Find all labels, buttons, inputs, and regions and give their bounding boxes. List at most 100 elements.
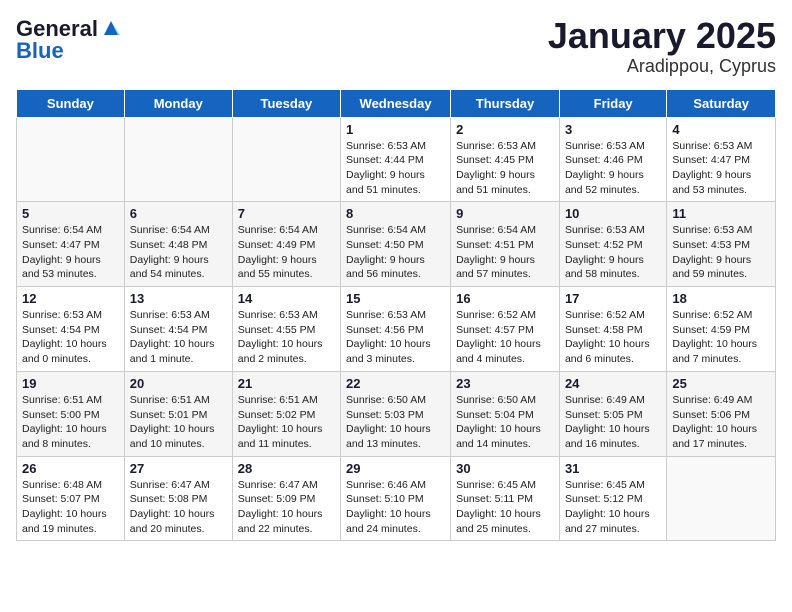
calendar-header-row: Sunday Monday Tuesday Wednesday Thursday… — [17, 89, 776, 117]
day-number: 26 — [22, 461, 119, 476]
calendar-cell: 11 Sunrise: 6:53 AM Sunset: 4:53 PM Dayli… — [667, 202, 776, 287]
calendar-cell: 8 Sunrise: 6:54 AM Sunset: 4:50 PM Daylig… — [341, 202, 451, 287]
day-number: 14 — [238, 291, 335, 306]
calendar-cell: 15 Sunrise: 6:53 AM Sunset: 4:56 PM Dayli… — [341, 287, 451, 372]
calendar-cell: 13 Sunrise: 6:53 AM Sunset: 4:54 PM Dayli… — [124, 287, 232, 372]
day-number: 16 — [456, 291, 554, 306]
calendar-cell: 24Sunrise: 6:49 AM Sunset: 5:05 PM Dayli… — [559, 371, 666, 456]
day-number: 29 — [346, 461, 445, 476]
day-info: Sunrise: 6:47 AM Sunset: 5:08 PM Dayligh… — [130, 478, 227, 537]
logo: General Blue — [16, 16, 122, 64]
col-thursday: Thursday — [451, 89, 560, 117]
calendar-cell: 18Sunrise: 6:52 AM Sunset: 4:59 PM Dayli… — [667, 287, 776, 372]
calendar-cell: 22 Sunrise: 6:50 AM Sunset: 5:03 PM Dayli… — [341, 371, 451, 456]
calendar-cell: 3 Sunrise: 6:53 AM Sunset: 4:46 PM Daylig… — [559, 117, 666, 202]
calendar-cell: 1 Sunrise: 6:53 AM Sunset: 4:44 PM Daylig… — [341, 117, 451, 202]
day-info: Sunrise: 6:47 AM Sunset: 5:09 PM Dayligh… — [238, 478, 335, 537]
day-info: Sunrise: 6:45 AM Sunset: 5:11 PM Dayligh… — [456, 478, 554, 537]
day-info: Sunrise: 6:52 AM Sunset: 4:57 PM Dayligh… — [456, 308, 554, 367]
day-info: Sunrise: 6:53 AM Sunset: 4:53 PM Dayligh… — [672, 223, 770, 282]
col-sunday: Sunday — [17, 89, 125, 117]
calendar-week-row: 26 Sunrise: 6:48 AM Sunset: 5:07 PM Dayli… — [17, 456, 776, 541]
calendar-cell: 19 Sunrise: 6:51 AM Sunset: 5:00 PM Dayli… — [17, 371, 125, 456]
calendar-cell: 2 Sunrise: 6:53 AM Sunset: 4:45 PM Daylig… — [451, 117, 560, 202]
day-info: Sunrise: 6:52 AM Sunset: 4:59 PM Dayligh… — [672, 308, 770, 367]
day-number: 10 — [565, 206, 661, 221]
day-info: Sunrise: 6:46 AM Sunset: 5:10 PM Dayligh… — [346, 478, 445, 537]
day-info: Sunrise: 6:53 AM Sunset: 4:47 PM Dayligh… — [672, 139, 770, 198]
day-info: Sunrise: 6:50 AM Sunset: 5:03 PM Dayligh… — [346, 393, 445, 452]
logo-blue-text: Blue — [16, 38, 64, 64]
calendar-cell: 31 Sunrise: 6:45 AM Sunset: 5:12 PM Dayli… — [559, 456, 666, 541]
calendar-cell: 21 Sunrise: 6:51 AM Sunset: 5:02 PM Dayli… — [232, 371, 340, 456]
day-number: 12 — [22, 291, 119, 306]
day-number: 7 — [238, 206, 335, 221]
day-info: Sunrise: 6:49 AM Sunset: 5:06 PM Dayligh… — [672, 393, 770, 452]
day-info: Sunrise: 6:51 AM Sunset: 5:02 PM Dayligh… — [238, 393, 335, 452]
day-number: 3 — [565, 122, 661, 137]
day-number: 1 — [346, 122, 445, 137]
calendar-subtitle: Aradippou, Cyprus — [548, 56, 776, 77]
day-number: 5 — [22, 206, 119, 221]
day-number: 23 — [456, 376, 554, 391]
day-info: Sunrise: 6:54 AM Sunset: 4:47 PM Dayligh… — [22, 223, 119, 282]
day-number: 28 — [238, 461, 335, 476]
calendar-title: January 2025 — [548, 16, 776, 56]
calendar-cell — [232, 117, 340, 202]
day-number: 22 — [346, 376, 445, 391]
calendar-week-row: 1 Sunrise: 6:53 AM Sunset: 4:44 PM Daylig… — [17, 117, 776, 202]
day-info: Sunrise: 6:53 AM Sunset: 4:46 PM Dayligh… — [565, 139, 661, 198]
day-info: Sunrise: 6:45 AM Sunset: 5:12 PM Dayligh… — [565, 478, 661, 537]
calendar-cell: 23 Sunrise: 6:50 AM Sunset: 5:04 PM Dayli… — [451, 371, 560, 456]
day-number: 11 — [672, 206, 770, 221]
calendar-week-row: 12 Sunrise: 6:53 AM Sunset: 4:54 PM Dayli… — [17, 287, 776, 372]
day-info: Sunrise: 6:54 AM Sunset: 4:49 PM Dayligh… — [238, 223, 335, 282]
calendar-cell: 12Sunrise: 6:53 AM Sunset: 4:54 PM Dayli… — [17, 287, 125, 372]
day-info: Sunrise: 6:53 AM Sunset: 4:44 PM Dayligh… — [346, 139, 445, 198]
col-monday: Monday — [124, 89, 232, 117]
day-number: 15 — [346, 291, 445, 306]
day-number: 17 — [565, 291, 661, 306]
day-info: Sunrise: 6:51 AM Sunset: 5:00 PM Dayligh… — [22, 393, 119, 452]
day-info: Sunrise: 6:54 AM Sunset: 4:50 PM Dayligh… — [346, 223, 445, 282]
calendar-cell: 26 Sunrise: 6:48 AM Sunset: 5:07 PM Dayli… — [17, 456, 125, 541]
day-number: 8 — [346, 206, 445, 221]
day-info: Sunrise: 6:53 AM Sunset: 4:54 PM Dayligh… — [130, 308, 227, 367]
calendar-cell: 25 Sunrise: 6:49 AM Sunset: 5:06 PM Dayli… — [667, 371, 776, 456]
day-info: Sunrise: 6:50 AM Sunset: 5:04 PM Dayligh… — [456, 393, 554, 452]
day-info: Sunrise: 6:53 AM Sunset: 4:56 PM Dayligh… — [346, 308, 445, 367]
calendar-cell: 17 Sunrise: 6:52 AM Sunset: 4:58 PM Dayli… — [559, 287, 666, 372]
calendar-cell: 16 Sunrise: 6:52 AM Sunset: 4:57 PM Dayli… — [451, 287, 560, 372]
col-wednesday: Wednesday — [341, 89, 451, 117]
day-info: Sunrise: 6:54 AM Sunset: 4:51 PM Dayligh… — [456, 223, 554, 282]
day-info: Sunrise: 6:52 AM Sunset: 4:58 PM Dayligh… — [565, 308, 661, 367]
calendar-cell: 4Sunrise: 6:53 AM Sunset: 4:47 PM Daylig… — [667, 117, 776, 202]
calendar-table: Sunday Monday Tuesday Wednesday Thursday… — [16, 89, 776, 542]
col-tuesday: Tuesday — [232, 89, 340, 117]
calendar-cell: 14 Sunrise: 6:53 AM Sunset: 4:55 PM Dayli… — [232, 287, 340, 372]
logo-icon — [100, 17, 122, 39]
calendar-cell: 27 Sunrise: 6:47 AM Sunset: 5:08 PM Dayli… — [124, 456, 232, 541]
calendar-cell: 5 Sunrise: 6:54 AM Sunset: 4:47 PM Daylig… — [17, 202, 125, 287]
day-number: 27 — [130, 461, 227, 476]
calendar-cell — [17, 117, 125, 202]
day-info: Sunrise: 6:53 AM Sunset: 4:55 PM Dayligh… — [238, 308, 335, 367]
calendar-cell: 28 Sunrise: 6:47 AM Sunset: 5:09 PM Dayli… — [232, 456, 340, 541]
calendar-cell: 29 Sunrise: 6:46 AM Sunset: 5:10 PM Dayli… — [341, 456, 451, 541]
day-number: 31 — [565, 461, 661, 476]
day-number: 25 — [672, 376, 770, 391]
day-number: 19 — [22, 376, 119, 391]
day-number: 21 — [238, 376, 335, 391]
calendar-cell: 20Sunrise: 6:51 AM Sunset: 5:01 PM Dayli… — [124, 371, 232, 456]
day-number: 9 — [456, 206, 554, 221]
calendar-cell — [124, 117, 232, 202]
day-number: 13 — [130, 291, 227, 306]
day-info: Sunrise: 6:53 AM Sunset: 4:45 PM Dayligh… — [456, 139, 554, 198]
day-number: 24 — [565, 376, 661, 391]
day-number: 2 — [456, 122, 554, 137]
calendar-cell: 10Sunrise: 6:53 AM Sunset: 4:52 PM Dayli… — [559, 202, 666, 287]
day-number: 30 — [456, 461, 554, 476]
day-info: Sunrise: 6:48 AM Sunset: 5:07 PM Dayligh… — [22, 478, 119, 537]
calendar-cell: 6Sunrise: 6:54 AM Sunset: 4:48 PM Daylig… — [124, 202, 232, 287]
calendar-cell: 9 Sunrise: 6:54 AM Sunset: 4:51 PM Daylig… — [451, 202, 560, 287]
